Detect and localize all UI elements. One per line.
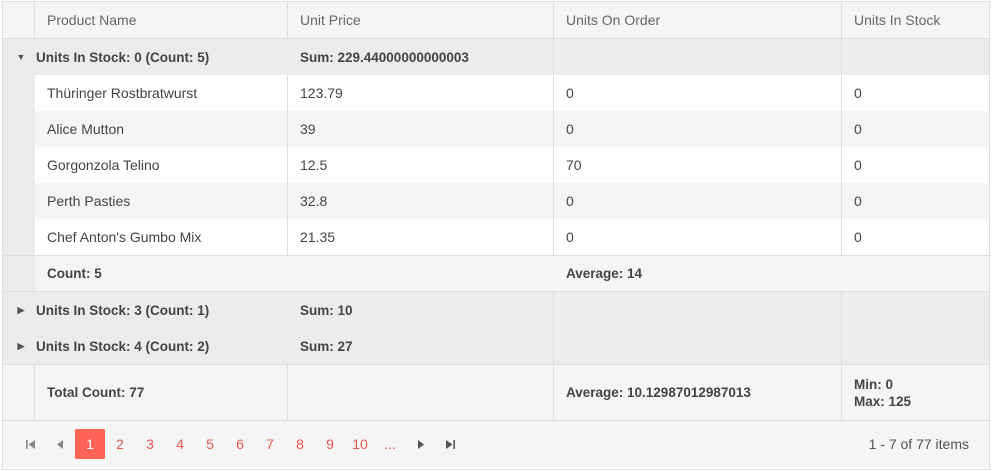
units-on-order-cell[interactable]: 0 — [554, 183, 842, 219]
product-name-cell[interactable]: Chef Anton's Gumbo Mix — [35, 219, 288, 255]
table-row[interactable]: Gorgonzola Telino 12.5 70 0 — [3, 147, 989, 183]
table-row[interactable]: Chef Anton's Gumbo Mix 21.35 0 0 — [3, 219, 989, 255]
group-footer-empty — [288, 256, 554, 291]
grid-header: Product Name Unit Price Units On Order U… — [3, 2, 989, 39]
page-button-7[interactable]: 7 — [255, 429, 285, 459]
group-title-text: Units In Stock: 4 (Count: 2) — [36, 338, 210, 354]
group-title-text: Units In Stock: 3 (Count: 1) — [36, 302, 210, 318]
grid-footer-row: Total Count: 77 Average: 10.129870129870… — [3, 364, 989, 420]
footer-min: Min: 0 — [854, 376, 893, 392]
first-page-icon[interactable] — [15, 429, 45, 459]
units-in-stock-cell[interactable]: 0 — [842, 75, 989, 111]
group-header-row: ▶ Units In Stock: 3 (Count: 1) Sum: 10 — [3, 292, 989, 328]
next-page-icon[interactable] — [405, 429, 435, 459]
group-empty-cell — [842, 328, 989, 364]
group-indent-cell — [3, 75, 35, 111]
group-header-row: ▶ Units In Stock: 4 (Count: 2) Sum: 27 — [3, 328, 989, 364]
page-button-9[interactable]: 9 — [315, 429, 345, 459]
units-in-stock-cell[interactable]: 0 — [842, 219, 989, 255]
group-empty-cell — [554, 292, 842, 328]
prev-page-icon[interactable] — [45, 429, 75, 459]
units-on-order-cell[interactable]: 0 — [554, 75, 842, 111]
table-row[interactable]: Thüringer Rostbratwurst 123.79 0 0 — [3, 75, 989, 111]
unit-price-cell[interactable]: 123.79 — [288, 75, 554, 111]
caret-right-icon[interactable]: ▶ — [13, 305, 29, 316]
page-button-1[interactable]: 1 — [75, 429, 105, 459]
table-row[interactable]: Perth Pasties 32.8 0 0 — [3, 183, 989, 219]
page-button-2[interactable]: 2 — [105, 429, 135, 459]
caret-down-icon[interactable]: ▼ — [13, 52, 29, 62]
group-empty-cell — [842, 292, 989, 328]
column-header-units-in-stock[interactable]: Units In Stock — [842, 2, 989, 38]
page-button-6[interactable]: 6 — [225, 429, 255, 459]
group-title-text: Units In Stock: 0 (Count: 5) — [36, 49, 210, 65]
group-title: ▶ Units In Stock: 4 (Count: 2) — [3, 328, 288, 364]
page-button-more[interactable]: ... — [375, 429, 405, 459]
group-title: ▼ Units In Stock: 0 (Count: 5) — [3, 39, 288, 75]
table-row[interactable]: Alice Mutton 39 0 0 — [3, 111, 989, 147]
header-group-spacer — [3, 2, 35, 38]
group-sum: Sum: 10 — [288, 292, 554, 328]
unit-price-cell[interactable]: 32.8 — [288, 183, 554, 219]
group-indent-cell — [3, 147, 35, 183]
footer-min-max: Min: 0 Max: 125 — [842, 365, 989, 420]
unit-price-cell[interactable]: 21.35 — [288, 219, 554, 255]
column-header-unit-price[interactable]: Unit Price — [288, 2, 554, 38]
product-name-cell[interactable]: Gorgonzola Telino — [35, 147, 288, 183]
page-button-5[interactable]: 5 — [195, 429, 225, 459]
group-header-row: ▼ Units In Stock: 0 (Count: 5) Sum: 229.… — [3, 39, 989, 75]
group-footer-row: Count: 5 Average: 14 — [3, 255, 989, 292]
units-in-stock-cell[interactable]: 0 — [842, 183, 989, 219]
column-header-product-name[interactable]: Product Name — [35, 2, 288, 38]
page-button-10[interactable]: 10 — [345, 429, 375, 459]
product-name-cell[interactable]: Perth Pasties — [35, 183, 288, 219]
footer-total-count: Total Count: 77 — [35, 365, 288, 420]
column-header-units-on-order[interactable]: Units On Order — [554, 2, 842, 38]
page-button-8[interactable]: 8 — [285, 429, 315, 459]
group-indent-cell — [3, 183, 35, 219]
units-on-order-cell[interactable]: 0 — [554, 111, 842, 147]
group-indent-cell — [3, 219, 35, 255]
group-empty-cell — [554, 328, 842, 364]
group-indent-cell — [3, 111, 35, 147]
group-title: ▶ Units In Stock: 3 (Count: 1) — [3, 292, 288, 328]
footer-empty — [288, 365, 554, 420]
product-name-cell[interactable]: Thüringer Rostbratwurst — [35, 75, 288, 111]
group-footer-count: Count: 5 — [47, 266, 102, 281]
footer-average: Average: 10.12987012987013 — [554, 365, 842, 420]
page-button-3[interactable]: 3 — [135, 429, 165, 459]
pager-info: 1 - 7 of 77 items — [868, 436, 969, 452]
units-in-stock-cell[interactable]: 0 — [842, 147, 989, 183]
footer-spacer — [3, 365, 35, 420]
group-sum: Sum: 27 — [288, 328, 554, 364]
group-empty-cell — [554, 39, 842, 75]
page-button-4[interactable]: 4 — [165, 429, 195, 459]
units-in-stock-cell[interactable]: 0 — [842, 111, 989, 147]
footer-max: Max: 125 — [854, 393, 912, 409]
units-on-order-cell[interactable]: 0 — [554, 219, 842, 255]
data-grid: Product Name Unit Price Units On Order U… — [2, 1, 990, 470]
group-footer-average: Average: 14 — [566, 266, 643, 281]
last-page-icon[interactable] — [435, 429, 465, 459]
product-name-cell[interactable]: Alice Mutton — [35, 111, 288, 147]
unit-price-cell[interactable]: 39 — [288, 111, 554, 147]
group-footer-empty — [842, 256, 989, 291]
group-sum: Sum: 229.44000000000003 — [288, 39, 554, 75]
pager: 1 2 3 4 5 6 7 8 9 10 ... 1 - 7 of 77 ite… — [3, 420, 989, 467]
group-indent-cell — [3, 256, 35, 291]
units-on-order-cell[interactable]: 70 — [554, 147, 842, 183]
unit-price-cell[interactable]: 12.5 — [288, 147, 554, 183]
group-empty-cell — [842, 39, 989, 75]
caret-right-icon[interactable]: ▶ — [13, 341, 29, 352]
